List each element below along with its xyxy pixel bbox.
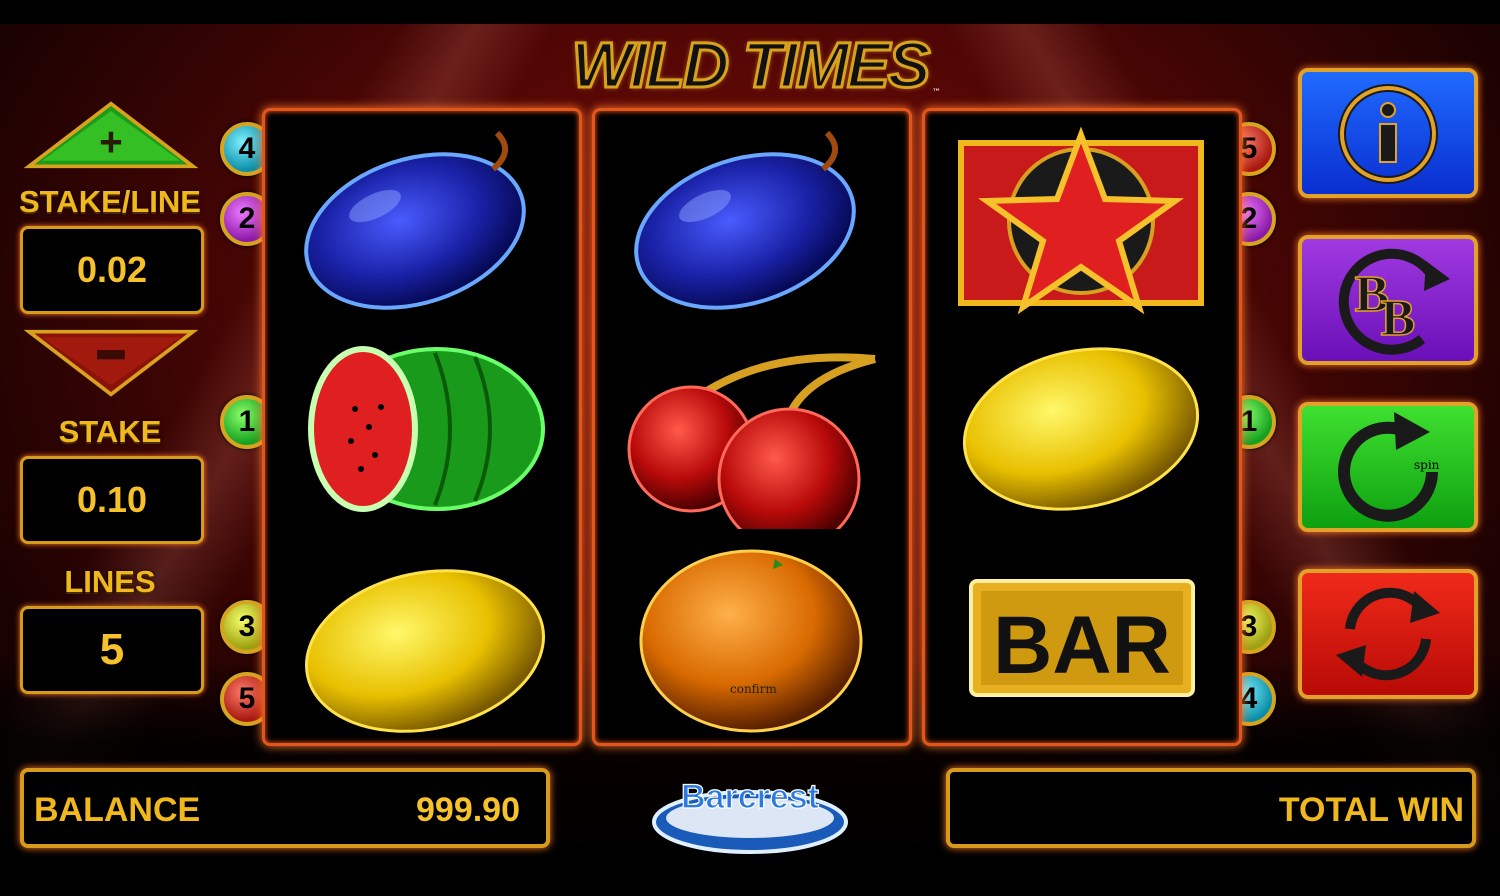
trademark: ™ [932,88,941,98]
minus-icon [97,350,125,360]
stake-decrease-button[interactable] [18,328,204,398]
balance-panel: BALANCE 999.90 [20,768,550,848]
plum-symbol [634,130,856,310]
stake-label: STAKE [58,414,162,449]
big-bet-button[interactable]: B B [1298,235,1478,365]
info-button[interactable] [1298,68,1478,198]
svg-text:Barcrest: Barcrest [681,778,819,816]
stake-increase-button[interactable]: + [18,100,204,170]
plum-symbol [304,130,526,310]
autoplay-icon [1336,587,1440,681]
spin-icon [1338,412,1438,522]
reel-1 [262,108,582,746]
stake-value: 0.10 [20,456,204,544]
stake-line-value: 0.02 [20,226,204,314]
stake-line-label: STAKE/LINE [19,184,201,219]
spin-label: spin [1414,458,1440,472]
barcrest-logo: Barcrest [652,777,848,854]
lines-label: LINES [64,564,156,599]
confirm-label[interactable]: confirm [730,682,777,696]
lemon-symbol [962,347,1200,511]
orange-symbol [639,549,863,733]
bar-text: BAR [993,600,1171,691]
cherries-symbol [627,353,876,529]
watermelon-symbol [308,346,545,512]
bar-symbol: BAR [969,579,1195,697]
info-icon [1338,84,1438,184]
big-bet-icon: B B [1338,248,1450,355]
total-win-panel: TOTAL WIN [946,768,1476,848]
reel-2 [592,108,912,746]
svg-text:B: B [1381,290,1416,347]
autoplay-button[interactable] [1298,569,1478,699]
balance-label: BALANCE [34,791,201,829]
lines-value: 5 [20,606,204,694]
balance-value: 999.90 [416,791,520,829]
game-title: WILD TIMES [570,29,932,102]
total-win-label: TOTAL WIN [1278,791,1464,829]
star-symbol [958,126,1204,315]
reel-3: BAR [922,108,1242,746]
spin-button[interactable]: spin [1298,402,1478,532]
plus-icon: + [99,118,123,164]
lemon-symbol [305,569,545,733]
